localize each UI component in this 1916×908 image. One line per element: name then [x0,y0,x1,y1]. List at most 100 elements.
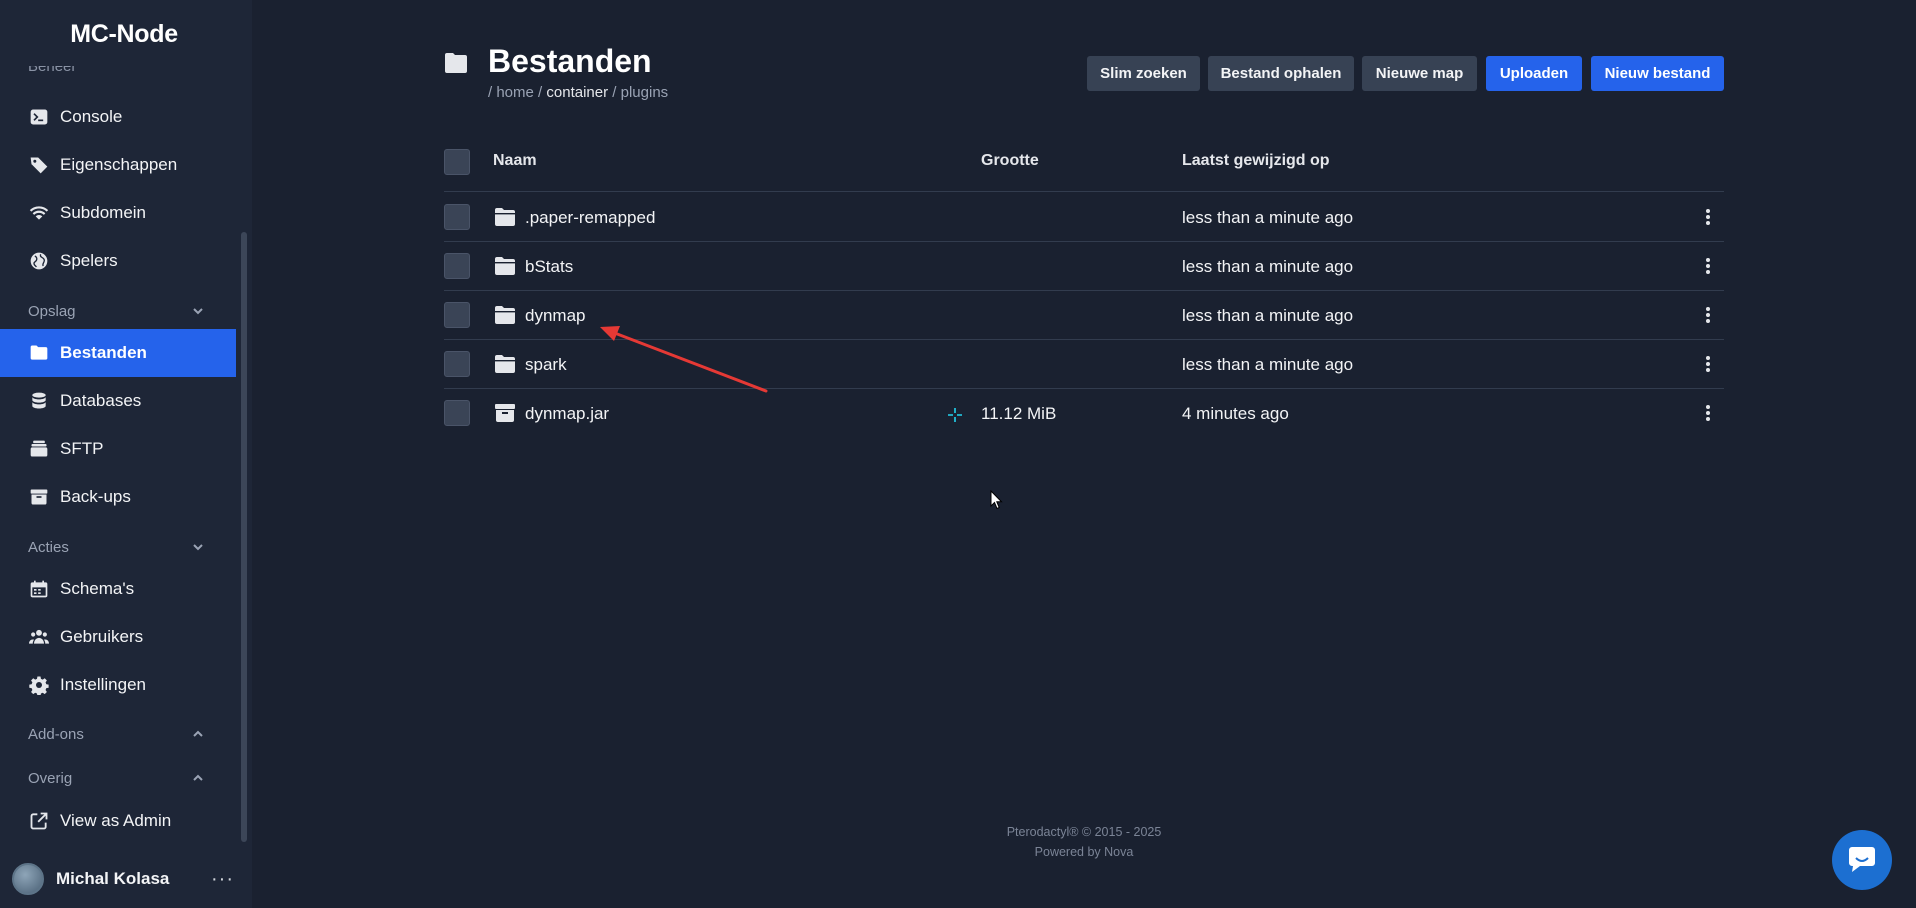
file-modified: 4 minutes ago [1182,404,1289,423]
sidebar-item-back-ups[interactable]: Back-ups [0,473,236,521]
table-row[interactable]: spark less than a minute ago [444,340,1724,389]
section-add-ons[interactable]: Add-ons [28,722,204,746]
file-name[interactable]: dynmap.jar [525,404,609,424]
archive-icon [28,486,50,508]
sidebar-item-label: Console [60,107,123,126]
more-vertical-icon[interactable] [1702,403,1714,423]
breadcrumb-separator: / [538,84,543,101]
new-file-button[interactable]: Nieuw bestand [1591,56,1724,91]
folder-icon [494,305,516,325]
section-heading-label: Beheer [28,66,77,75]
section-opslag[interactable]: Opslag [28,299,204,323]
breadcrumb-separator: / [612,84,617,101]
sidebar-item-label: Bestanden [60,343,147,362]
row-checkbox[interactable] [444,302,470,328]
sidebar-item-instellingen[interactable]: Instellingen [0,661,236,709]
breadcrumb: / home / container / plugins [488,84,668,101]
file-modified: less than a minute ago [1182,208,1354,227]
row-checkbox[interactable] [444,400,470,426]
avatar[interactable] [12,863,44,895]
footer-copyright: Pterodactyl® © 2015 - 2025 [1006,825,1162,839]
section-acties[interactable]: Acties [28,535,204,559]
chevron-up-icon [193,730,203,737]
sidebar-item-bestanden[interactable]: Bestanden [0,329,236,377]
table-row[interactable]: bStats less than a minute ago [444,242,1724,291]
sidebar-item-label: Back-ups [60,487,131,506]
select-all-checkbox[interactable] [444,149,470,175]
sparkle-cursor-icon [948,408,962,422]
sidebar-scrollbar[interactable] [241,232,247,842]
stack-icon [28,438,50,460]
file-name[interactable]: bStats [525,257,573,277]
external-link-icon [28,810,50,832]
row-checkbox[interactable] [444,204,470,230]
sidebar-item-label: Instellingen [60,675,147,694]
sidebar-item-label: Databases [60,391,142,410]
users-icon [28,626,50,648]
brand-logo[interactable]: MC-Node [0,20,248,49]
file-name[interactable]: .paper-remapped [525,208,655,228]
gear-icon [28,674,50,696]
folder-icon [444,52,468,74]
column-name[interactable]: Naam [493,152,537,170]
file-modified: less than a minute ago [1182,306,1354,325]
sidebar-item-label: Subdomein [60,203,147,222]
sidebar-item-schemas[interactable]: Schema's [0,565,236,613]
section-label: Acties [28,538,69,556]
row-checkbox[interactable] [444,253,470,279]
sidebar: MC-Node Beheer Console Eigenschappen Sub… [0,0,252,908]
more-vertical-icon[interactable] [1702,305,1714,325]
sidebar-item-label: Schema's [60,579,135,598]
breadcrumb-plugins: plugins [620,84,669,101]
sidebar-item-eigenschappen[interactable]: Eigenschappen [0,141,236,189]
fetch-file-button[interactable]: Bestand ophalen [1208,56,1354,91]
folder-icon [494,354,516,374]
chat-button[interactable] [1832,830,1892,890]
sidebar-item-databases[interactable]: Databases [0,377,236,425]
new-folder-button[interactable]: Nieuwe map [1362,56,1477,91]
globe-icon [28,250,50,272]
table-row[interactable]: dynmap.jar 11.12 MiB 4 minutes ago [444,389,1724,438]
sidebar-item-label: Spelers [60,251,118,270]
breadcrumb-separator: / [488,84,493,101]
more-vertical-icon[interactable] [1702,256,1714,276]
sidebar-item-spelers[interactable]: Spelers [0,237,236,285]
sidebar-item-gebruikers[interactable]: Gebruikers [0,613,236,661]
footer: Pterodactyl® © 2015 - 2025 Powered by No… [900,822,1268,862]
column-size[interactable]: Grootte [981,152,1039,170]
tag-icon [28,154,50,176]
file-name[interactable]: dynmap [525,306,585,326]
more-vertical-icon[interactable] [1702,207,1714,227]
sidebar-item-subdomein[interactable]: Subdomein [0,189,236,237]
annotation-arrow [600,326,768,393]
folder-icon [494,207,516,227]
table-header: Naam Grootte Laatst gewijzigd op [444,148,1724,192]
chevron-up-icon [193,774,203,781]
more-vertical-icon[interactable] [1702,354,1714,374]
row-checkbox[interactable] [444,351,470,377]
upload-button[interactable]: Uploaden [1486,56,1582,91]
more-options-icon[interactable]: ··· [211,868,234,891]
column-modified[interactable]: Laatst gewijzigd op [1182,152,1330,170]
table-row[interactable]: dynmap less than a minute ago [444,291,1724,340]
section-label: Add-ons [28,725,84,743]
section-heading-beheer: Beheer [28,66,76,80]
file-name[interactable]: spark [525,355,567,375]
section-overig[interactable]: Overig [28,766,204,790]
database-icon [28,390,50,412]
table-row[interactable]: .paper-remapped less than a minute ago [444,193,1724,242]
breadcrumb-container[interactable]: container [546,84,608,101]
chevron-down-icon [193,308,203,315]
sidebar-item-console[interactable]: Console [0,93,236,141]
chevron-down-icon [193,544,203,551]
breadcrumb-home[interactable]: home [496,84,534,101]
user-profile[interactable]: Michal Kolasa ··· [12,862,234,896]
sidebar-item-sftp[interactable]: SFTP [0,425,236,473]
file-modified: less than a minute ago [1182,257,1354,276]
sidebar-item-view-as-admin[interactable]: View as Admin [0,797,236,845]
sidebar-item-label: SFTP [60,439,104,458]
smart-search-button[interactable]: Slim zoeken [1087,56,1200,91]
folder-icon [28,342,50,364]
sidebar-item-label: Gebruikers [60,627,144,646]
section-label: Overig [28,769,73,787]
